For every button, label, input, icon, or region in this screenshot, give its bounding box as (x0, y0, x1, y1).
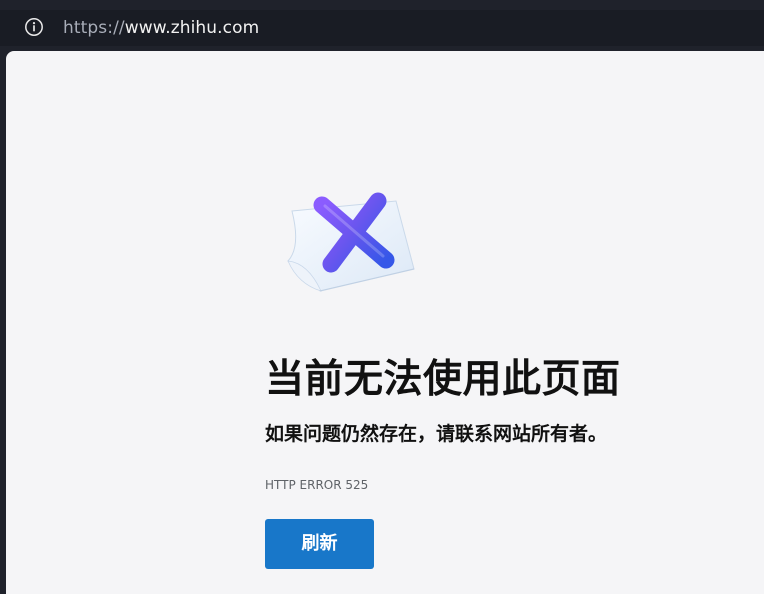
error-message: 如果问题仍然存在，请联系网站所有者。 (265, 423, 608, 445)
info-icon[interactable] (24, 17, 44, 37)
page-title: 当前无法使用此页面 (265, 357, 621, 402)
error-illustration: close-icon (278, 189, 423, 299)
url-text[interactable]: https://www.zhihu.com (63, 16, 259, 40)
error-page: close-icon 当前无法使用此页面 如果问题仍然存在，请联系网站所有者。 … (6, 51, 764, 594)
url-host: www.zhihu.com (124, 18, 260, 38)
url-scheme: https:// (63, 18, 125, 38)
refresh-button[interactable]: 刷新 (265, 519, 374, 569)
http-error-code: HTTP ERROR 525 (265, 478, 369, 492)
browser-address-bar: https://www.zhihu.com (0, 0, 764, 50)
